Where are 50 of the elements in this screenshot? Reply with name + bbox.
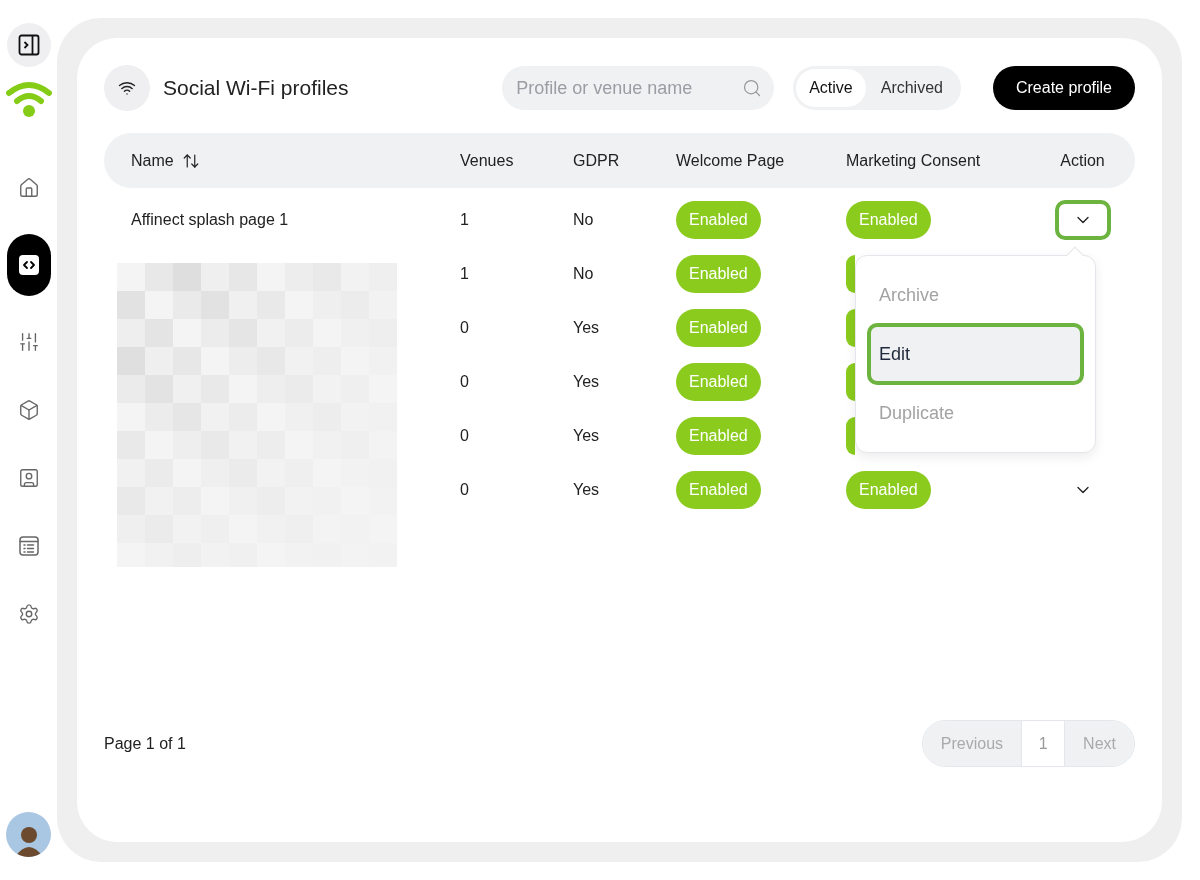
- nav-item[interactable]: [6, 234, 51, 296]
- status-badge: Enabled: [676, 201, 761, 239]
- status-badge: Enabled: [846, 471, 931, 509]
- panel-icon: [17, 34, 40, 56]
- table-cell: 1: [460, 265, 469, 282]
- wifi-icon: [118, 79, 136, 97]
- sidebar-toggle-button[interactable]: [6, 23, 51, 67]
- column-header: GDPR: [573, 150, 621, 171]
- list-icon: [16, 534, 41, 558]
- column-header: Venues: [460, 150, 515, 171]
- sort-icon[interactable]: [181, 151, 200, 170]
- table-cell: 0: [460, 319, 469, 336]
- status-tab[interactable]: Active: [796, 69, 866, 107]
- search-field[interactable]: Profile or venue name: [502, 66, 775, 110]
- status-badge: Enabled: [676, 255, 761, 293]
- create-profile-button[interactable]: Create profile: [992, 66, 1135, 110]
- code-icon: [17, 254, 40, 276]
- table-cell: No: [573, 265, 594, 282]
- home-icon: [17, 177, 40, 199]
- table-cell: Affinect splash page 1: [131, 211, 289, 228]
- wifi-logo: [5, 81, 52, 119]
- table-cell: 0: [460, 427, 469, 444]
- status-badge: Enabled: [846, 201, 931, 239]
- table-cell: 0: [460, 481, 469, 498]
- sliders-icon: [17, 331, 40, 353]
- table-cell: Yes: [573, 427, 600, 444]
- search-icon: [742, 78, 763, 98]
- table-cell: No: [573, 211, 594, 228]
- table-cell: Yes: [573, 319, 600, 336]
- page-title: Social Wi-Fi profiles: [163, 75, 349, 102]
- menu-item[interactable]: Edit: [867, 323, 1084, 385]
- status-badge: Enabled: [676, 417, 761, 455]
- column-header[interactable]: Name: [131, 148, 174, 173]
- table-cell: 0: [460, 373, 469, 390]
- settings-icon: [17, 603, 40, 625]
- avatar[interactable]: [6, 812, 51, 857]
- column-header: Welcome Page: [676, 150, 786, 171]
- contact-icon: [17, 467, 40, 489]
- status-tab[interactable]: Archived: [865, 69, 958, 107]
- status-badge: Enabled: [676, 363, 761, 401]
- table-cell: 1: [460, 211, 469, 228]
- action-dropdown-button[interactable]: [1054, 200, 1111, 240]
- page-info: Page 1 of 1: [104, 733, 186, 754]
- status-badge: Enabled: [676, 309, 761, 347]
- cube-icon: [17, 399, 40, 421]
- status-badge: Enabled: [676, 471, 761, 509]
- table-cell: Yes: [573, 481, 600, 498]
- column-header: Action: [1059, 150, 1106, 171]
- table-cell: Yes: [573, 373, 600, 390]
- column-header: Marketing Consent: [846, 150, 982, 171]
